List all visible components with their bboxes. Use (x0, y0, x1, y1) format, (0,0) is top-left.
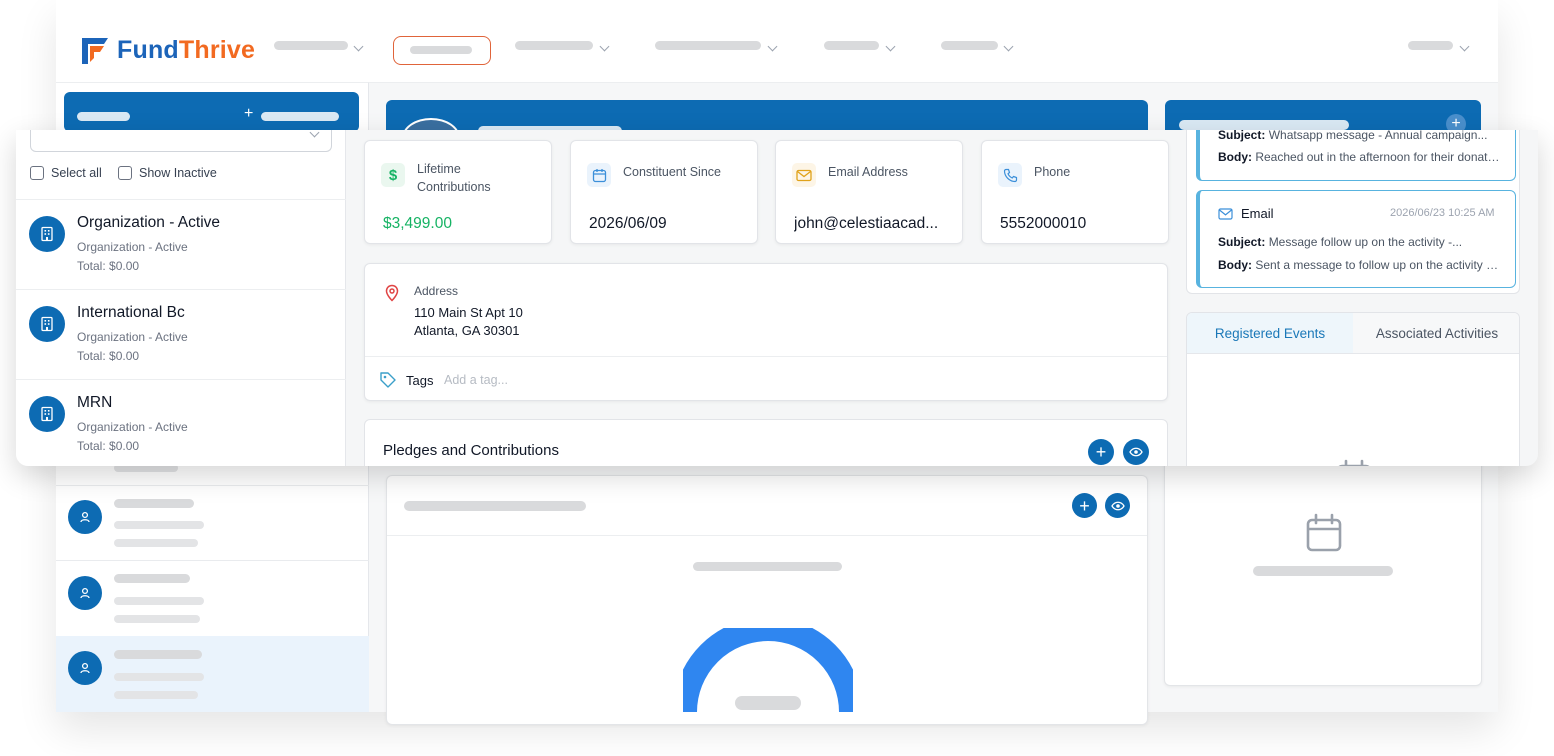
address-line-1: 110 Main St Apt 10 (414, 305, 523, 320)
activity-subject: Subject: Message follow up on the activi… (1218, 235, 1463, 249)
calendar-icon (1306, 513, 1342, 552)
calendar-icon (1338, 459, 1370, 466)
tags-label: Tags (406, 373, 434, 388)
user-icon (68, 651, 102, 685)
selected-row-highlight[interactable] (56, 636, 369, 712)
add-tag-input[interactable]: Add a tag... (444, 373, 508, 387)
events-panel-placeholder (1164, 450, 1482, 686)
building-icon (29, 396, 65, 432)
plus-icon[interactable]: + (244, 105, 253, 123)
events-activities-tabs: Registered Events Associated Activities (1186, 312, 1520, 466)
show-inactive-label: Show Inactive (139, 166, 217, 180)
nav-user-menu[interactable] (1408, 41, 1453, 50)
org-total: Total: $0.00 (77, 349, 140, 363)
list-item[interactable]: Organization - Active Organization - Act… (16, 199, 346, 289)
constituent-since-card: Constituent Since 2026/06/09 (570, 140, 758, 244)
activity-timestamp: 2026/06/23 10:25 AM (1390, 207, 1495, 219)
org-name: Organization - Active (77, 214, 221, 231)
activity-subject: Subject: Whatsapp message - Annual campa… (1218, 130, 1488, 142)
chart-panel-placeholder: + (386, 475, 1148, 725)
sidebar-header-bar: + (64, 92, 359, 132)
list-item[interactable]: MRN Organization - Active Total: $0.00 (16, 379, 346, 466)
nav-item-4[interactable] (655, 41, 761, 50)
address-label: Address (414, 284, 459, 298)
dollar-icon: $ (381, 163, 405, 187)
user-icon (68, 500, 102, 534)
mail-icon (792, 163, 816, 187)
map-pin-icon (385, 284, 399, 302)
org-name: MRN (77, 394, 113, 411)
tab-registered-events[interactable]: Registered Events (1187, 313, 1353, 353)
phone-icon (998, 163, 1022, 187)
org-total: Total: $0.00 (77, 259, 140, 273)
org-status: Organization - Active (77, 240, 188, 254)
pledges-title: Pledges and Contributions (383, 442, 559, 459)
building-icon (29, 216, 65, 252)
email-address-card: Email Address john@celestiaacad... (775, 140, 963, 244)
org-total: Total: $0.00 (77, 439, 140, 453)
stat-value: 2026/06/09 (589, 215, 667, 232)
org-status: Organization - Active (77, 330, 188, 344)
nav-item-1[interactable] (274, 41, 348, 50)
org-name: International Bc (77, 304, 185, 321)
select-all-label: Select all (51, 166, 102, 180)
nav-item-active[interactable] (393, 36, 491, 65)
brand-logo-text[interactable]: FundThrive (117, 36, 255, 65)
lifetime-contributions-card: $ Lifetime Contributions $3,499.00 (364, 140, 552, 244)
chevron-down-icon (353, 41, 364, 52)
select-all-checkbox[interactable]: Select all (30, 166, 102, 180)
pledges-card: Pledges and Contributions + (364, 419, 1168, 466)
nav-item-5[interactable] (824, 41, 879, 50)
tab-associated-activities[interactable]: Associated Activities (1353, 313, 1519, 353)
calendar-icon (587, 163, 611, 187)
show-inactive-checkbox[interactable]: Show Inactive (118, 166, 217, 180)
stat-label: Constituent Since (623, 165, 721, 179)
constituent-detail-overlay: Select all Show Inactive Organization - … (16, 130, 1538, 466)
org-status: Organization - Active (77, 420, 188, 434)
view-icon[interactable] (1105, 493, 1130, 518)
fundthrive-logo-icon (82, 38, 108, 64)
view-pledges-button[interactable] (1123, 439, 1149, 465)
donut-chart-placeholder (683, 628, 853, 712)
activity-body: Body: Reached out in the afternoon for t… (1218, 150, 1500, 164)
top-navigation: FundThrive (0, 0, 1554, 82)
address-line-2: Atlanta, GA 30301 (414, 323, 520, 338)
phone-card: Phone 5552000010 (981, 140, 1169, 244)
chevron-down-icon (1003, 41, 1014, 52)
nav-item-3[interactable] (515, 41, 593, 50)
chevron-down-icon (599, 41, 610, 52)
list-item[interactable]: International Bc Organization - Active T… (16, 289, 346, 379)
activity-item[interactable]: Email 2026/06/23 10:25 AM Subject: Messa… (1196, 190, 1516, 288)
stat-label: Lifetime Contributions (417, 162, 491, 194)
filter-select[interactable] (30, 130, 332, 152)
mail-icon (1218, 208, 1233, 220)
chevron-down-icon (885, 41, 896, 52)
stat-label: Phone (1034, 165, 1071, 179)
organization-list-sidebar: Select all Show Inactive Organization - … (16, 130, 346, 466)
chevron-down-icon (767, 41, 778, 52)
building-icon (29, 306, 65, 342)
nav-item-6[interactable] (941, 41, 998, 50)
add-pledge-button[interactable]: + (1088, 439, 1114, 465)
activity-body: Body: Sent a message to follow up on the… (1218, 258, 1500, 272)
activity-item[interactable]: Subject: Whatsapp message - Annual campa… (1196, 130, 1516, 181)
stat-value[interactable]: john@celestiaacad... (794, 215, 952, 233)
tag-icon (380, 372, 396, 388)
stat-value: $3,499.00 (383, 215, 452, 232)
address-card: Address 110 Main St Apt 10 Atlanta, GA 3… (364, 263, 1168, 401)
stat-label: Email Address (828, 165, 908, 179)
chevron-down-icon (1459, 41, 1470, 52)
activity-type: Email (1241, 206, 1274, 221)
user-icon (68, 576, 102, 610)
eye-icon (1129, 447, 1143, 457)
stat-value[interactable]: 5552000010 (1000, 215, 1158, 233)
add-icon[interactable]: + (1072, 493, 1097, 518)
